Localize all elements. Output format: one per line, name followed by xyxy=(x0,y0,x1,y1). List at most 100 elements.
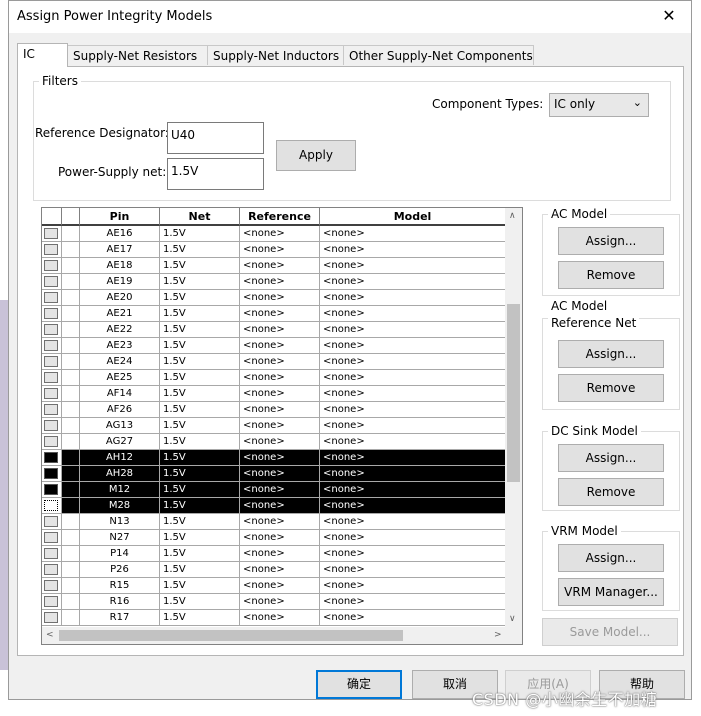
row-selector[interactable] xyxy=(42,434,62,450)
column-header-net[interactable]: Net xyxy=(160,208,240,226)
table-row[interactable]: AE18 1.5V <none> <none> xyxy=(42,258,506,274)
row-selector-box[interactable] xyxy=(44,452,58,463)
row-selector-box[interactable] xyxy=(44,324,58,335)
table-row[interactable]: R15 1.5V <none> <none> xyxy=(42,578,506,594)
table-row[interactable]: P26 1.5V <none> <none> xyxy=(42,562,506,578)
row-selector[interactable] xyxy=(42,466,62,482)
row-selector[interactable] xyxy=(42,514,62,530)
table-row[interactable]: M28 1.5V <none> <none> xyxy=(42,498,506,514)
row-selector[interactable] xyxy=(42,530,62,546)
table-row[interactable]: R17 1.5V <none> <none> xyxy=(42,610,506,626)
row-selector-box[interactable] xyxy=(44,436,58,447)
row-selector-box[interactable] xyxy=(44,292,58,303)
table-row[interactable]: AE16 1.5V <none> <none> xyxy=(42,226,506,242)
row-selector-box[interactable] xyxy=(44,388,58,399)
table-row[interactable]: AE20 1.5V <none> <none> xyxy=(42,290,506,306)
row-selector[interactable] xyxy=(42,322,62,338)
row-selector[interactable] xyxy=(42,578,62,594)
power-net-input[interactable]: 1.5V xyxy=(167,158,264,190)
row-selector-box[interactable] xyxy=(44,612,58,623)
row-selector-box[interactable] xyxy=(44,500,58,511)
table-row[interactable]: AH12 1.5V <none> <none> xyxy=(42,450,506,466)
row-selector-box[interactable] xyxy=(44,532,58,543)
vrm-assign-button[interactable]: Assign... xyxy=(558,544,664,572)
scroll-up-icon[interactable]: ∧ xyxy=(509,211,516,221)
ac-ref-net-remove-button[interactable]: Remove xyxy=(558,374,664,402)
row-selector[interactable] xyxy=(42,386,62,402)
horizontal-scrollbar[interactable]: < > xyxy=(42,627,522,644)
row-selector-box[interactable] xyxy=(44,468,58,479)
row-selector[interactable] xyxy=(42,226,62,242)
table-row[interactable]: AE19 1.5V <none> <none> xyxy=(42,274,506,290)
row-selector[interactable] xyxy=(42,274,62,290)
row-selector-box[interactable] xyxy=(44,404,58,415)
vertical-scrollbar[interactable]: ∧ ∨ xyxy=(505,208,522,628)
row-selector[interactable] xyxy=(42,594,62,610)
table-row[interactable]: AE17 1.5V <none> <none> xyxy=(42,242,506,258)
tab-supply-net-resistors[interactable]: Supply-Net Resistors xyxy=(67,45,208,65)
table-row[interactable]: AE22 1.5V <none> <none> xyxy=(42,322,506,338)
table-row[interactable]: AE25 1.5V <none> <none> xyxy=(42,370,506,386)
table-row[interactable]: AH28 1.5V <none> <none> xyxy=(42,466,506,482)
table-row[interactable]: AF26 1.5V <none> <none> xyxy=(42,402,506,418)
row-selector-box[interactable] xyxy=(44,564,58,575)
vertical-scroll-thumb[interactable] xyxy=(507,304,520,482)
row-selector-box[interactable] xyxy=(44,244,58,255)
row-selector[interactable] xyxy=(42,306,62,322)
close-icon[interactable]: ✕ xyxy=(647,1,691,33)
table-row[interactable]: AE21 1.5V <none> <none> xyxy=(42,306,506,322)
row-selector[interactable] xyxy=(42,546,62,562)
scroll-right-icon[interactable]: > xyxy=(494,630,502,640)
column-header-pin[interactable]: Pin xyxy=(80,208,160,226)
row-selector-box[interactable] xyxy=(44,340,58,351)
scroll-down-icon[interactable]: ∨ xyxy=(509,614,516,624)
row-selector-box[interactable] xyxy=(44,580,58,591)
table-row[interactable]: AG27 1.5V <none> <none> xyxy=(42,434,506,450)
table-row[interactable]: N27 1.5V <none> <none> xyxy=(42,530,506,546)
row-selector-box[interactable] xyxy=(44,372,58,383)
component-types-select[interactable]: IC only ⌄ xyxy=(549,93,649,117)
ac-model-remove-button[interactable]: Remove xyxy=(558,261,664,289)
table-row[interactable]: M12 1.5V <none> <none> xyxy=(42,482,506,498)
row-selector-box[interactable] xyxy=(44,308,58,319)
table-row[interactable]: AE23 1.5V <none> <none> xyxy=(42,338,506,354)
row-selector-box[interactable] xyxy=(44,228,58,239)
column-header-reference[interactable]: Reference xyxy=(240,208,320,226)
row-selector-box[interactable] xyxy=(44,484,58,495)
row-selector[interactable] xyxy=(42,562,62,578)
row-selector[interactable] xyxy=(42,482,62,498)
horizontal-scroll-thumb[interactable] xyxy=(59,630,403,641)
pin-grid[interactable]: Pin Net Reference Model AE16 1.5V <none> <n… xyxy=(41,207,523,645)
row-selector[interactable] xyxy=(42,610,62,626)
row-selector-box[interactable] xyxy=(44,516,58,527)
table-row[interactable]: N13 1.5V <none> <none> xyxy=(42,514,506,530)
row-selector[interactable] xyxy=(42,354,62,370)
row-selector-box[interactable] xyxy=(44,548,58,559)
tab-ic[interactable]: IC xyxy=(17,43,68,67)
table-row[interactable]: AE24 1.5V <none> <none> xyxy=(42,354,506,370)
row-selector[interactable] xyxy=(42,258,62,274)
row-selector[interactable] xyxy=(42,338,62,354)
row-selector[interactable] xyxy=(42,498,62,514)
ok-button[interactable]: 确定 xyxy=(316,670,402,699)
row-selector[interactable] xyxy=(42,242,62,258)
row-selector[interactable] xyxy=(42,450,62,466)
dc-sink-remove-button[interactable]: Remove xyxy=(558,478,664,506)
row-selector[interactable] xyxy=(42,402,62,418)
apply-filter-button[interactable]: Apply xyxy=(276,140,356,171)
ref-des-input[interactable]: U40 xyxy=(167,122,264,154)
column-header-model[interactable]: Model xyxy=(320,208,506,226)
ac-model-assign-button[interactable]: Assign... xyxy=(558,227,664,255)
table-row[interactable]: P14 1.5V <none> <none> xyxy=(42,546,506,562)
dc-sink-assign-button[interactable]: Assign... xyxy=(558,444,664,472)
ac-ref-net-assign-button[interactable]: Assign... xyxy=(558,340,664,368)
scroll-left-icon[interactable]: < xyxy=(46,630,54,640)
row-selector-box[interactable] xyxy=(44,260,58,271)
vrm-manager-button[interactable]: VRM Manager... xyxy=(558,578,664,606)
save-model-button[interactable]: Save Model... xyxy=(542,618,678,646)
row-selector-box[interactable] xyxy=(44,276,58,287)
row-selector[interactable] xyxy=(42,370,62,386)
table-row[interactable]: AG13 1.5V <none> <none> xyxy=(42,418,506,434)
table-row[interactable]: AF14 1.5V <none> <none> xyxy=(42,386,506,402)
row-selector[interactable] xyxy=(42,418,62,434)
